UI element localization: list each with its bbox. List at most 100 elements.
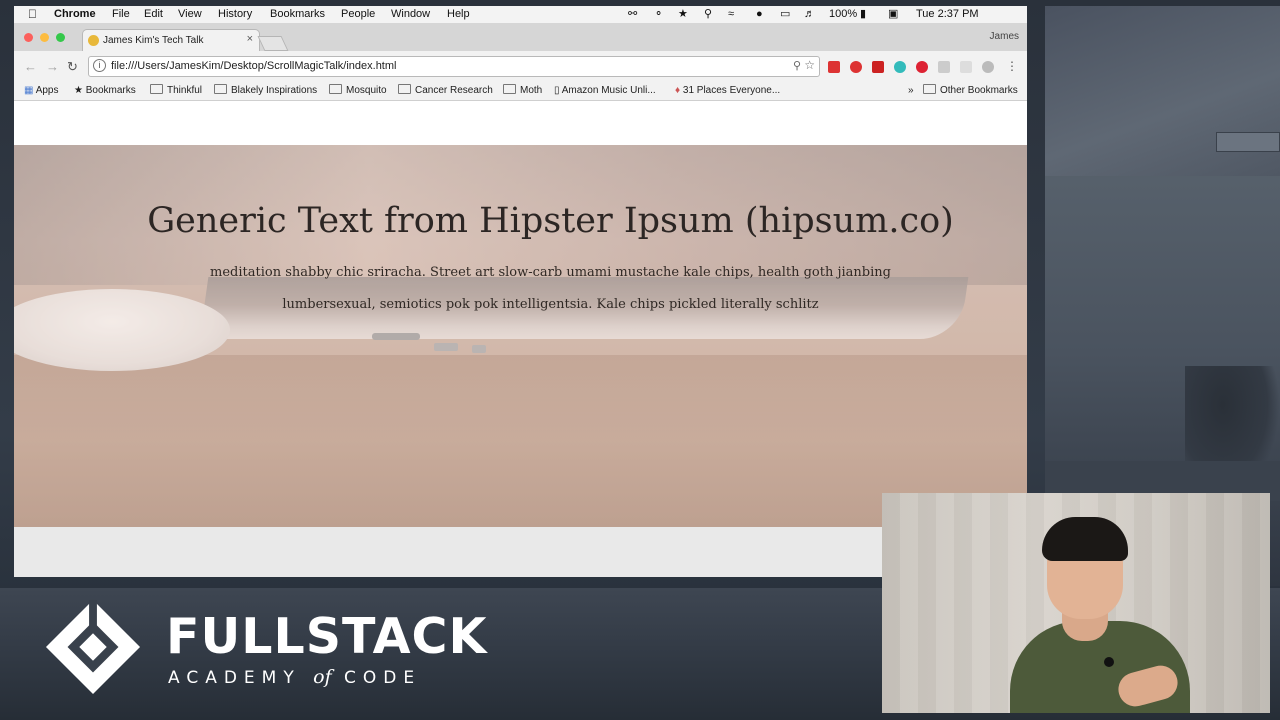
battery-icon[interactable]: ▮	[860, 8, 866, 21]
folder-icon	[329, 84, 342, 94]
tab-title: James Kim's Tech Talk	[103, 35, 204, 46]
zoom-window-icon[interactable]	[56, 33, 65, 42]
star-icon: ★	[74, 85, 83, 96]
profile-name[interactable]: James	[990, 31, 1019, 42]
hero-title: Generic Text from Hipster Ipsum (hipsum.…	[147, 201, 954, 241]
browser-toolbar: ← → ↻ i file:///Users/JamesKim/Desktop/S…	[14, 51, 1027, 81]
page-footer-strip	[14, 527, 1027, 577]
folder-icon	[150, 84, 163, 94]
airplay-icon[interactable]: ▭	[780, 8, 790, 21]
info-icon[interactable]: i	[93, 59, 106, 72]
extension-icon-8[interactable]	[982, 61, 994, 73]
tab-active[interactable]: James Kim's Tech Talk ×	[82, 29, 260, 52]
pinterest-icon[interactable]	[916, 61, 928, 73]
brand-subtitle-of: of	[313, 666, 332, 688]
extension-icon-6[interactable]	[938, 61, 950, 73]
tab-favicon-icon	[88, 35, 99, 46]
mac-menubar:  Chrome File Edit View History Bookmark…	[14, 6, 1027, 23]
bookmark-31-places[interactable]: ♦ 31 Places Everyone...	[675, 84, 780, 97]
hero-body-text: meditation shabby chic sriracha. Street …	[210, 265, 891, 312]
brand-wordmark: FULLSTACK	[166, 608, 488, 665]
address-bar[interactable]: i file:///Users/JamesKim/Desktop/ScrollM…	[88, 56, 820, 77]
minimize-window-icon[interactable]	[40, 33, 49, 42]
bookmark-other-bookmarks[interactable]: Other Bookmarks	[923, 84, 1018, 97]
tab-strip: James Kim's Tech Talk × James	[14, 23, 1027, 52]
bookmark-amazon-music[interactable]: ▯ Amazon Music Unli...	[554, 84, 656, 97]
bookmarks-bar: ▦ Apps ★ Bookmarks Thinkful Blakely Insp…	[14, 81, 1027, 101]
menu-people[interactable]: People	[341, 8, 375, 21]
apps-grid-icon: ▦	[24, 85, 34, 96]
tag-icon: ♦	[675, 85, 681, 96]
bookmarks-overflow-icon[interactable]: »	[908, 84, 914, 97]
folder-icon	[214, 84, 227, 94]
ceiling-vent	[1216, 132, 1280, 152]
folder-icon	[398, 84, 411, 94]
bookmark-label: Blakely Inspirations	[231, 85, 318, 96]
bookmark-label: 31 Places Everyone...	[682, 85, 781, 96]
brand-subtitle: ACADEMY of CODE	[168, 668, 421, 687]
bookmark-label: Mosquito	[346, 85, 387, 96]
bookmark-label: Amazon Music Unli...	[561, 85, 656, 96]
back-arrow-icon[interactable]: ←	[24, 59, 37, 74]
wireless-status-icon[interactable]: ⚬	[654, 8, 663, 21]
battery-percent[interactable]: 100%	[829, 8, 857, 21]
extension-icon-7[interactable]	[960, 61, 972, 73]
glasses-icon[interactable]: ⚯	[628, 8, 637, 21]
bookmark-bookmarks[interactable]: ★ Bookmarks	[74, 84, 136, 97]
tab-close-icon[interactable]: ×	[247, 33, 253, 45]
video-frame:  Chrome File Edit View History Bookmark…	[0, 0, 1280, 720]
adblock-icon[interactable]	[850, 61, 862, 73]
new-tab-button[interactable]	[257, 36, 289, 51]
hero-section: Generic Text from Hipster Ipsum (hipsum.…	[14, 145, 1027, 527]
zoom-icon[interactable]: ⚲	[793, 59, 801, 72]
forward-arrow-icon[interactable]: →	[46, 59, 59, 74]
web-page: Generic Text from Hipster Ipsum (hipsum.…	[14, 101, 1027, 577]
bookmark-moth[interactable]: Moth	[503, 84, 542, 97]
fullstack-logo-icon	[45, 599, 141, 695]
bookmark-cancer-research[interactable]: Cancer Research	[398, 84, 493, 97]
bookmark-star-icon[interactable]: ☆	[804, 58, 815, 72]
bookmark-label: Moth	[520, 85, 543, 96]
menu-bookmarks[interactable]: Bookmarks	[270, 8, 325, 21]
chrome-menu-icon[interactable]: ⋮	[1006, 59, 1018, 73]
brand-subtitle-left: ACADEMY	[168, 668, 301, 688]
folder-icon	[923, 84, 936, 94]
bookmark-mosquito[interactable]: Mosquito	[329, 84, 387, 97]
bookmark-label: Cancer Research	[415, 85, 493, 96]
extension-icon-4[interactable]	[894, 61, 906, 73]
menu-help[interactable]: Help	[447, 8, 470, 21]
menu-file[interactable]: File	[112, 8, 130, 21]
bookmark-apps[interactable]: ▦ Apps	[24, 84, 58, 97]
folder-icon	[503, 84, 516, 94]
menubar-clock[interactable]: Tue 2:37 PM	[916, 8, 979, 21]
bookmark-label: Bookmarks	[85, 85, 136, 96]
extension-status-icon[interactable]: ★	[678, 8, 688, 21]
spotlight-search-icon[interactable]: ⚲	[704, 8, 712, 21]
speaker-video	[882, 493, 1270, 713]
menu-history[interactable]: History	[218, 8, 252, 21]
apple-icon[interactable]: 	[28, 8, 37, 21]
menu-app-name[interactable]: Chrome	[54, 8, 96, 21]
bookmark-thinkful[interactable]: Thinkful	[150, 84, 202, 97]
menu-window[interactable]: Window	[391, 8, 430, 21]
volume-icon[interactable]: ♬	[804, 8, 815, 21]
bookmark-blakely-inspirations[interactable]: Blakely Inspirations	[214, 84, 317, 97]
speaker-hair	[1042, 517, 1128, 561]
close-window-icon[interactable]	[24, 33, 33, 42]
lapel-mic-icon	[1104, 657, 1114, 667]
address-bar-url[interactable]: file:///Users/JamesKim/Desktop/ScrollMag…	[111, 60, 396, 72]
bookmark-label: Other Bookmarks	[940, 85, 1018, 96]
bookmark-label: Thinkful	[167, 85, 203, 96]
menu-edit[interactable]: Edit	[144, 8, 163, 21]
extension-icon-1[interactable]	[828, 61, 840, 73]
reload-icon[interactable]: ↻	[67, 59, 78, 75]
bookmark-label: Apps	[35, 85, 59, 96]
browser-window:  Chrome File Edit View History Bookmark…	[14, 6, 1027, 577]
menu-view[interactable]: View	[178, 8, 202, 21]
brand-subtitle-right: CODE	[344, 668, 422, 688]
wifi-icon[interactable]: ≈	[728, 8, 734, 21]
page-icon: ▯	[554, 85, 560, 96]
display-icon[interactable]: ▣	[888, 8, 898, 21]
extension-icon-3[interactable]	[872, 61, 884, 73]
user-status-icon[interactable]: ●	[756, 8, 763, 21]
